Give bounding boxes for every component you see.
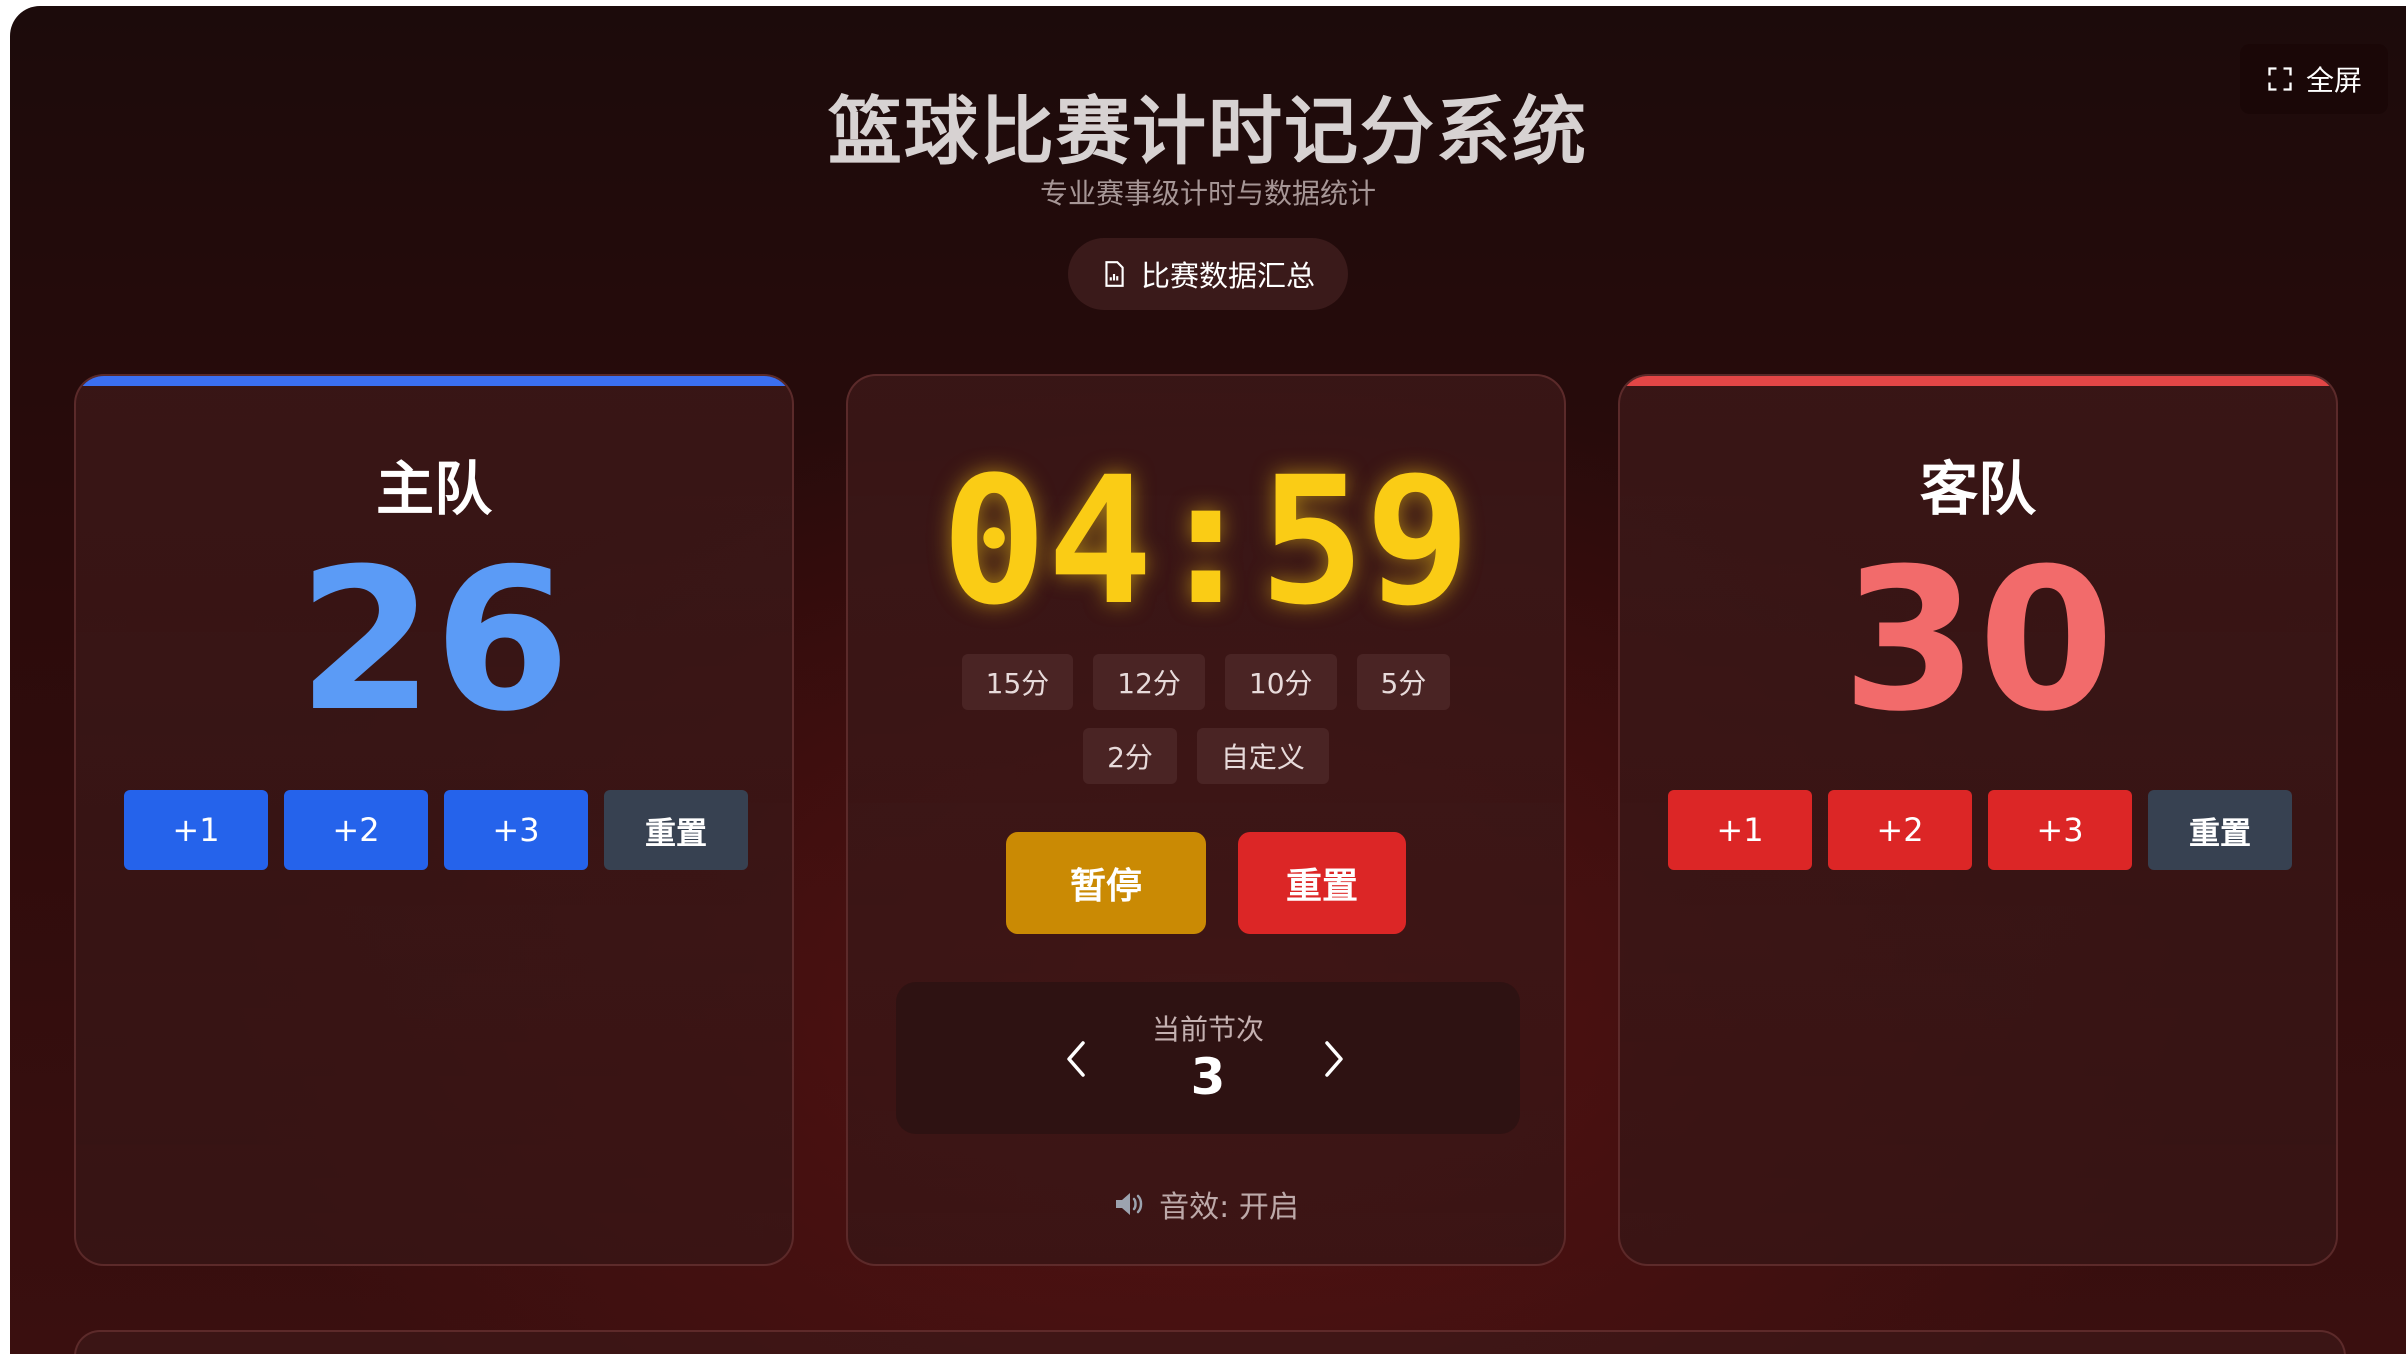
page-title: 篮球比赛计时记分系统 [828, 89, 1588, 175]
stats-panel [74, 1330, 2346, 1354]
home-accent-bar [76, 376, 792, 386]
game-timer: 04:59 [941, 439, 1471, 644]
home-score-controls: +1 +2 +3 重置 [124, 790, 748, 870]
scoreboard-app: 全屏 篮球比赛计时记分系统 专业赛事级计时与数据统计 比赛数据汇总 主队 26 … [10, 6, 2406, 1354]
preset-12-button[interactable]: 12分 [1093, 654, 1205, 710]
away-team-card: 客队 30 +1 +2 +3 重置 [1618, 374, 2338, 1266]
page-subtitle: 专业赛事级计时与数据统计 [1039, 177, 1376, 210]
away-add-3-button[interactable]: +3 [1988, 790, 2132, 870]
home-add-1-button[interactable]: +1 [124, 790, 268, 870]
match-summary-label: 比赛数据汇总 [1140, 259, 1315, 293]
period-next-button[interactable] [1314, 1034, 1354, 1084]
period-label: 当前节次 [1151, 1013, 1264, 1046]
away-accent-bar [1620, 376, 2336, 386]
speaker-icon [1116, 1193, 1143, 1215]
document-chart-icon [1105, 261, 1124, 287]
sound-status-label: 音效: 开启 [1159, 1190, 1299, 1225]
preset-5-button[interactable]: 5分 [1356, 654, 1451, 710]
preset-15-button[interactable]: 15分 [961, 654, 1074, 710]
away-add-1-button[interactable]: +1 [1668, 790, 1812, 870]
pause-button[interactable]: 暂停 [1006, 832, 1206, 934]
away-team-name: 客队 [1919, 455, 2036, 523]
period-selector: 当前节次 3 [896, 982, 1520, 1134]
home-add-3-button[interactable]: +3 [444, 790, 588, 870]
timer-reset-button[interactable]: 重置 [1238, 832, 1406, 934]
home-team-card: 主队 26 +1 +2 +3 重置 [74, 374, 794, 1266]
preset-custom-button[interactable]: 自定义 [1196, 728, 1329, 784]
time-presets: 15分 12分 10分 5分 2分 自定义 [848, 654, 1564, 784]
home-reset-button[interactable]: 重置 [604, 790, 748, 870]
away-add-2-button[interactable]: +2 [1828, 790, 1972, 870]
period-value: 3 [1190, 1048, 1226, 1106]
home-team-score: 26 [297, 527, 571, 755]
away-reset-button[interactable]: 重置 [2148, 790, 2292, 870]
home-add-2-button[interactable]: +2 [284, 790, 428, 870]
away-team-score: 30 [1841, 527, 2115, 755]
game-clock-card: 04:59 15分 12分 10分 5分 2分 自定义 暂停 重置 当前节次 3 [846, 374, 1566, 1266]
timer-controls: 暂停 重置 [848, 832, 1564, 934]
chevron-right-icon [1325, 1041, 1343, 1077]
home-team-name: 主队 [375, 455, 492, 523]
preset-2-button[interactable]: 2分 [1083, 728, 1177, 784]
match-summary-button[interactable]: 比赛数据汇总 [1068, 238, 1348, 310]
preset-10-button[interactable]: 10分 [1224, 654, 1337, 710]
away-score-controls: +1 +2 +3 重置 [1668, 790, 2292, 870]
sound-toggle[interactable]: 音效: 开启 [848, 1182, 1564, 1226]
